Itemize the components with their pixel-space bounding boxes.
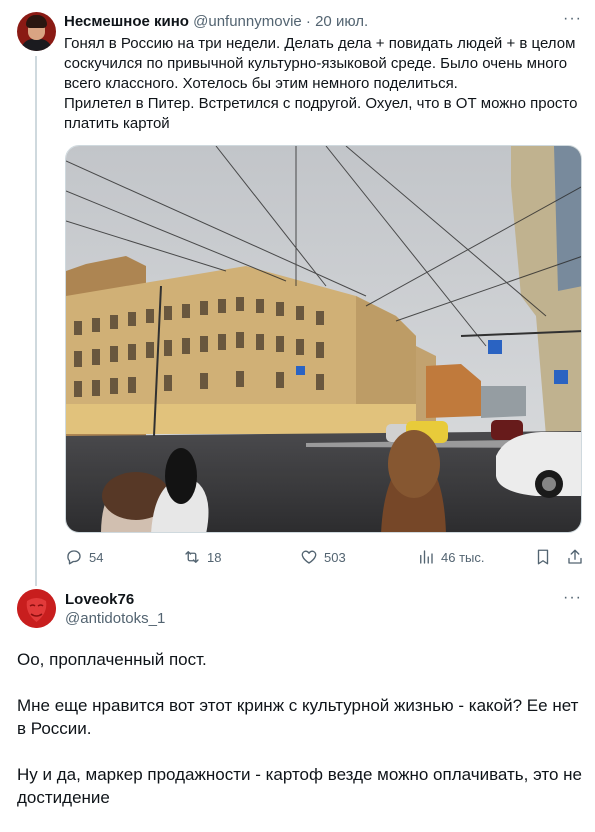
bar-chart-icon [420, 550, 433, 564]
post-paragraph: Ну и да, маркер продажности - картоф вез… [17, 765, 582, 807]
repost-button[interactable]: 18 [183, 548, 221, 566]
post-paragraph: Мне еще нравится вот этот кринж с культу… [17, 696, 579, 738]
like-button[interactable]: 503 [300, 548, 346, 566]
reply-count: 54 [89, 549, 104, 565]
post-paragraph: Оо, проплаченный пост. [17, 650, 207, 669]
bookmark-button[interactable] [534, 548, 552, 566]
avatar[interactable] [17, 589, 56, 628]
street-photo-image [66, 146, 581, 532]
share-upload-icon [568, 549, 582, 564]
avatar[interactable] [17, 12, 56, 51]
post-actions-bar: 54 18 503 46 тыс. [0, 548, 595, 568]
author-handle[interactable]: @antidotoks_1 [65, 610, 165, 627]
separator-dot: · [305, 13, 311, 30]
views-count: 46 тыс. [441, 549, 485, 565]
post-paragraph: Прилетел в Питер. Встретился с подругой.… [64, 95, 578, 132]
post-date[interactable]: 20 июл. [315, 13, 368, 30]
post-text: Гонял в Россию на три недели. Делать дел… [64, 34, 579, 134]
post-paragraph: Гонял в Россию на три недели. Делать дел… [64, 35, 576, 92]
reply-button[interactable]: 54 [65, 548, 103, 566]
author-name[interactable]: Loveok76 [65, 591, 134, 608]
post-text: Оо, проплаченный пост. Мне еще нравится … [17, 648, 582, 832]
author-handle[interactable]: @unfunnymovie [193, 13, 302, 30]
more-options-icon[interactable]: ··· [563, 589, 582, 607]
thread-connector-line [35, 56, 37, 586]
repost-count: 18 [207, 549, 222, 565]
post-photo[interactable] [65, 145, 582, 533]
heart-icon [301, 550, 317, 564]
repost-arrows-icon [185, 551, 199, 563]
mask-avatar-icon [17, 589, 56, 628]
speech-bubble-icon [67, 550, 81, 565]
views-button[interactable]: 46 тыс. [417, 548, 484, 566]
share-button[interactable] [566, 548, 584, 566]
more-options-icon[interactable]: ··· [563, 10, 582, 28]
bookmark-icon [537, 549, 549, 565]
like-count: 503 [324, 549, 346, 565]
author-name[interactable]: Несмешное кино [64, 13, 189, 30]
post-header: Несмешное кино @unfunnymovie · 20 июл. [64, 12, 368, 32]
